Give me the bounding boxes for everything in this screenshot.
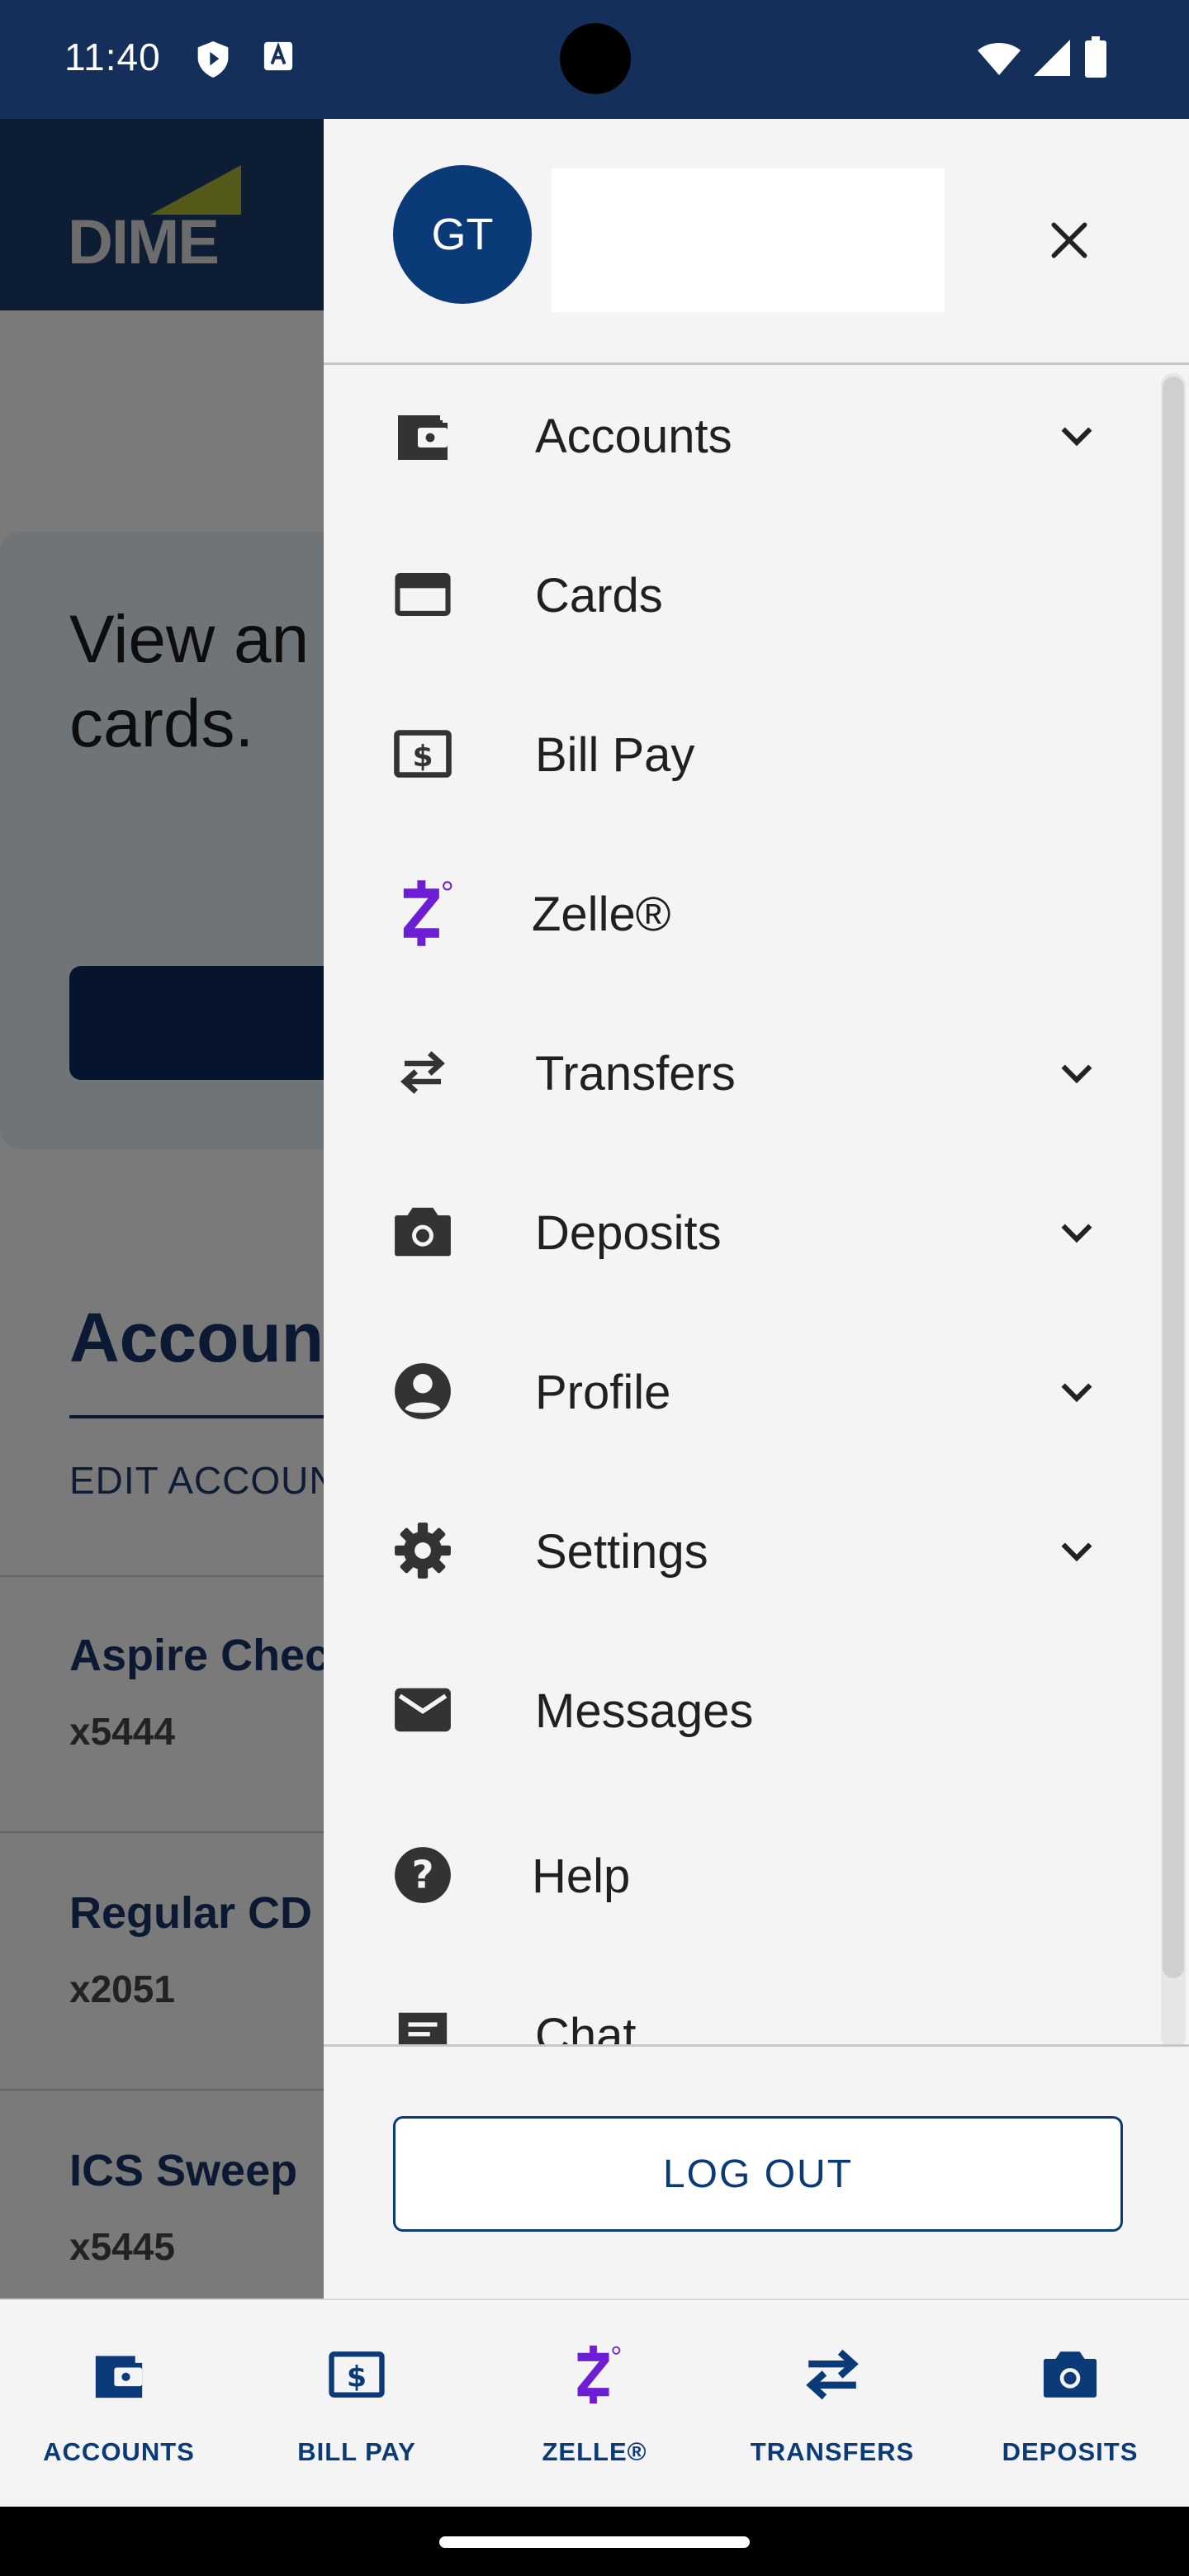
scrollbar-thumb[interactable] (1163, 376, 1184, 1978)
status-bar: 11:40 (0, 0, 1189, 119)
battery-icon (1085, 36, 1106, 82)
drawer-header: GT (324, 119, 1189, 365)
nav-label: ACCOUNTS (43, 2437, 195, 2466)
menu-item-zelle[interactable]: Zelle® (324, 845, 1149, 978)
wallet-icon (86, 2342, 152, 2408)
menu-item-label: Bill Pay (535, 728, 695, 782)
nav-zelle[interactable]: ZELLE® (476, 2300, 713, 2508)
camera-icon (391, 1200, 454, 1263)
account-circle-icon (391, 1360, 454, 1423)
nav-deposits[interactable]: DEPOSITS (951, 2300, 1189, 2508)
menu-item-label: Deposits (535, 1206, 722, 1260)
nav-transfers[interactable]: TRANSFERS (713, 2300, 951, 2508)
logout-button[interactable]: LOG OUT (393, 2116, 1123, 2232)
drawer-menu: Accounts Cards $ Bill Pay Zelle® Transfe… (324, 367, 1189, 2045)
credit-card-icon (391, 563, 454, 626)
menu-item-label: Settings (535, 1525, 708, 1579)
nav-label: BILL PAY (297, 2437, 416, 2466)
zelle-icon (391, 880, 454, 946)
close-drawer-button[interactable] (1034, 205, 1105, 276)
menu-item-bill-pay[interactable]: $ Bill Pay (324, 686, 1149, 818)
nav-accounts[interactable]: ACCOUNTS (0, 2300, 238, 2508)
menu-item-label: Cards (535, 569, 663, 623)
bottom-navigation: ACCOUNTS $ BILL PAY ZELLE® TRANSFERS DEP… (0, 2299, 1189, 2507)
svg-text:$: $ (347, 2361, 367, 2394)
chevron-down-icon (1061, 1383, 1092, 1403)
font-a-icon (263, 40, 294, 77)
home-gesture-handle[interactable] (439, 2536, 750, 2548)
shield-icon (195, 40, 231, 83)
menu-item-chat[interactable]: Chat (324, 1967, 1149, 2045)
avatar: GT (393, 165, 532, 304)
menu-item-label: Zelle® (532, 888, 671, 941)
menu-item-messages[interactable]: Messages (324, 1642, 1149, 1774)
chevron-down-icon (1061, 1064, 1092, 1084)
chat-icon (391, 2003, 454, 2045)
menu-item-help[interactable]: ? Help (324, 1807, 1149, 1939)
bill-pay-icon: $ (391, 722, 454, 785)
nav-label: DEPOSITS (1002, 2437, 1139, 2466)
camera-cutout (560, 23, 631, 94)
navigation-drawer: GT Accounts Cards $ Bill Pay Zelle® Tran… (324, 119, 1189, 2299)
transfer-arrows-icon (391, 1041, 454, 1104)
menu-item-profile[interactable]: Profile (324, 1324, 1149, 1456)
nav-bill-pay[interactable]: $ BILL PAY (238, 2300, 476, 2508)
transfer-arrows-icon (799, 2342, 865, 2408)
close-icon (1051, 222, 1087, 258)
bill-pay-icon: $ (324, 2342, 390, 2408)
wallet-icon (391, 404, 454, 466)
chevron-down-icon (1061, 1542, 1092, 1562)
chevron-down-icon (1061, 427, 1092, 447)
svg-text:?: ? (412, 1852, 434, 1896)
menu-item-label: Accounts (535, 410, 732, 463)
menu-item-settings[interactable]: Settings (324, 1483, 1149, 1615)
camera-icon (1037, 2342, 1103, 2408)
nav-label: ZELLE® (542, 2437, 647, 2466)
zelle-icon (561, 2342, 628, 2408)
menu-item-cards[interactable]: Cards (324, 527, 1149, 659)
user-name-redacted (552, 168, 945, 312)
drawer-footer: LOG OUT (324, 2044, 1189, 2299)
menu-item-label: Profile (535, 1366, 671, 1419)
gear-icon (391, 1519, 454, 1582)
menu-item-transfers[interactable]: Transfers (324, 1005, 1149, 1137)
svg-text:$: $ (412, 740, 433, 774)
chevron-down-icon (1061, 1224, 1092, 1243)
nav-label: TRANSFERS (750, 2437, 915, 2466)
help-circle-icon: ? (391, 1844, 454, 1906)
wifi-icon (978, 41, 1021, 80)
envelope-icon (391, 1679, 454, 1741)
menu-item-deposits[interactable]: Deposits (324, 1164, 1149, 1296)
menu-item-label: Messages (535, 1684, 754, 1738)
signal-icon (1034, 40, 1070, 80)
menu-item-label: Chat (535, 2009, 637, 2045)
menu-item-accounts[interactable]: Accounts (324, 367, 1149, 500)
menu-item-label: Help (532, 1849, 631, 1903)
menu-item-label: Transfers (535, 1047, 736, 1101)
status-time: 11:40 (64, 36, 161, 78)
